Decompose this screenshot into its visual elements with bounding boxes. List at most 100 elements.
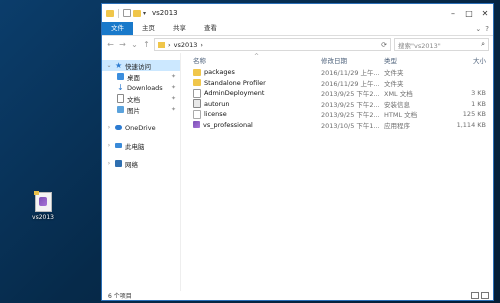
file-date: 2013/10/5 下午1...: [321, 121, 380, 130]
back-icon[interactable]: ←: [106, 40, 115, 49]
column-headers: 名称 修改日期 类型 大小: [193, 53, 493, 67]
file-name: vs_professional: [203, 120, 253, 129]
details-view-icon[interactable]: [471, 292, 479, 299]
search-icon[interactable]: ⌕: [481, 40, 488, 49]
app-icon: [193, 121, 200, 129]
table-row[interactable]: license 2013/9/25 下午2... HTML 文档 125 KB: [193, 109, 493, 120]
desktop-icon: [117, 73, 124, 80]
file-name: license: [204, 110, 227, 119]
tab-share[interactable]: 共享: [164, 22, 195, 35]
ribbon-tabs: 文件 主页 共享 查看 ⌄ ?: [102, 22, 493, 36]
sidebar-item-label: OneDrive: [125, 123, 156, 132]
sidebar-item-desktop[interactable]: 桌面 ✦: [102, 71, 180, 82]
address-bar-row: ← → ⌄ ↑ › vs2013 › ⟳ 搜索"vs2013" ⌕: [102, 36, 493, 53]
pin-icon: ✦: [170, 106, 176, 113]
folder-icon: [193, 68, 201, 76]
maximize-button[interactable]: □: [461, 9, 477, 18]
file-size: 1,114 KB: [456, 120, 486, 129]
ribbon-expand-icon[interactable]: ⌄: [475, 25, 481, 33]
quick-access-toolbar: ▾: [102, 8, 146, 18]
breadcrumb-separator: ›: [200, 40, 203, 49]
table-row[interactable]: AdminDeployment 2013/9/25 下午2... XML 文档 …: [193, 88, 493, 99]
sidebar-item-label: 此电脑: [125, 142, 145, 151]
navigation-pane: ⌄ ★ 快速访问 桌面 ✦ ↓ Downloads ✦ 文档 ✦ 图片 ✦ › …: [102, 53, 181, 291]
chevron-down-icon[interactable]: ▾: [143, 10, 146, 17]
up-icon[interactable]: ↑: [142, 40, 151, 49]
search-placeholder: 搜索"vs2013": [398, 41, 441, 50]
new-folder-icon[interactable]: [133, 9, 141, 17]
forward-icon[interactable]: →: [118, 40, 127, 49]
file-type: 应用程序: [384, 121, 410, 130]
document-icon: [117, 94, 124, 103]
breadcrumb[interactable]: vs2013: [174, 41, 198, 49]
sidebar-item-label: Downloads: [127, 83, 163, 92]
file-type: XML 文档: [384, 90, 413, 99]
file-size: 3 KB: [471, 89, 486, 98]
tab-file[interactable]: 文件: [102, 22, 133, 35]
file-name: autorun: [204, 99, 230, 108]
file-size: 1 KB: [471, 99, 486, 108]
desktop-vs2013-icon[interactable]: vs2013: [30, 191, 56, 221]
table-row[interactable]: Standalone Profiler 2016/11/29 上午... 文件夹: [193, 78, 493, 89]
close-button[interactable]: ✕: [477, 9, 493, 18]
pin-icon: ✦: [170, 73, 176, 80]
chevron-right-icon[interactable]: ›: [106, 160, 112, 167]
folder-icon: [158, 41, 165, 48]
minimize-button[interactable]: –: [445, 9, 461, 18]
desktop-icon-label: vs2013: [32, 214, 54, 221]
picture-icon: [117, 106, 124, 113]
file-date: 2013/9/25 下午2...: [321, 90, 380, 99]
download-icon: ↓: [117, 83, 124, 92]
item-count: 6 个项目: [108, 293, 132, 300]
folder-icon: [106, 9, 114, 17]
file-date: 2016/11/29 上午...: [321, 79, 380, 88]
watermark-url: jingyan.baidu.com: [392, 275, 447, 281]
address-bar[interactable]: › vs2013 › ⟳: [154, 38, 391, 51]
sidebar-item-label: 快速访问: [125, 62, 151, 71]
chevron-right-icon[interactable]: ›: [106, 142, 112, 149]
help-icon[interactable]: ?: [485, 25, 489, 33]
cloud-icon: [115, 125, 122, 130]
chevron-down-icon[interactable]: ⌄: [106, 62, 112, 69]
window-title: vs2013: [152, 9, 178, 17]
sidebar-item-downloads[interactable]: ↓ Downloads ✦: [102, 82, 180, 93]
refresh-icon[interactable]: ⟳: [381, 41, 390, 49]
large-icons-view-icon[interactable]: [481, 292, 489, 299]
properties-icon[interactable]: [123, 9, 131, 17]
chevron-right-icon[interactable]: ›: [106, 124, 112, 131]
sidebar-item-pictures[interactable]: 图片 ✦: [102, 104, 180, 115]
table-row[interactable]: autorun 2013/9/25 下午2... 安装信息 1 KB: [193, 99, 493, 110]
table-row[interactable]: vs_professional 2013/10/5 下午1... 应用程序 1,…: [193, 120, 493, 131]
sidebar-item-this-pc[interactable]: › 此电脑: [102, 140, 180, 151]
sidebar-item-network[interactable]: › 网络: [102, 158, 180, 169]
file-type: HTML 文档: [384, 111, 418, 120]
breadcrumb-separator: ›: [168, 40, 171, 49]
tab-view[interactable]: 查看: [195, 22, 226, 35]
tab-home[interactable]: 主页: [133, 22, 164, 35]
table-row[interactable]: packages 2016/11/29 上午... 文件夹: [193, 67, 493, 78]
sidebar-item-quick-access[interactable]: ⌄ ★ 快速访问: [102, 60, 180, 71]
pin-icon: ✦: [170, 95, 176, 102]
setup-info-icon: [193, 99, 201, 109]
sidebar-item-documents[interactable]: 文档 ✦: [102, 93, 180, 104]
file-date: 2013/9/25 下午2...: [321, 111, 380, 120]
computer-icon: [115, 143, 122, 148]
file-type: 文件夹: [384, 79, 404, 88]
pin-icon: ✦: [170, 84, 176, 91]
search-input[interactable]: 搜索"vs2013" ⌕: [394, 38, 489, 51]
file-name: AdminDeployment: [204, 89, 265, 98]
file-type: 安装信息: [384, 100, 410, 109]
column-date[interactable]: 修改日期: [321, 55, 384, 65]
sidebar-item-onedrive[interactable]: › OneDrive: [102, 122, 180, 133]
file-name: Standalone Profiler: [204, 78, 266, 87]
column-size[interactable]: 大小: [434, 55, 486, 65]
baidu-watermark: Bai 经验 jingyan.baidu.com: [392, 256, 447, 281]
title-bar: ▾ vs2013 – □ ✕: [102, 4, 493, 22]
column-type[interactable]: 类型: [384, 55, 434, 65]
chevron-up-icon: ^: [254, 53, 260, 60]
file-name: packages: [204, 68, 235, 77]
status-bar: 6 个项目: [102, 291, 493, 300]
chevron-down-icon[interactable]: ⌄: [130, 40, 139, 49]
file-date: 2016/11/29 上午...: [321, 69, 380, 78]
sidebar-item-label: 文档: [127, 95, 140, 104]
